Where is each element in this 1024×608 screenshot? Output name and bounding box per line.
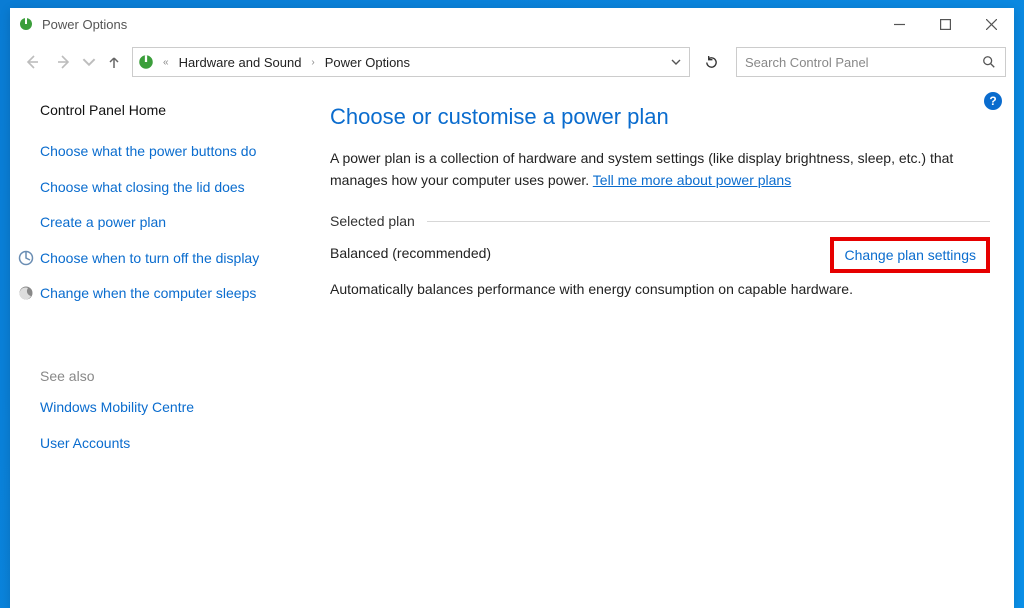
refresh-button[interactable] (696, 47, 726, 77)
plan-description: Automatically balances performance with … (330, 279, 990, 300)
main-panel: Choose or customise a power plan A power… (300, 84, 1014, 608)
maximize-button[interactable] (922, 8, 968, 40)
sidebar-link-user-accounts[interactable]: User Accounts (40, 434, 286, 454)
content-area: ? Control Panel Home Choose what the pow… (10, 84, 1014, 608)
sidebar-link-closing-lid[interactable]: Choose what closing the lid does (40, 178, 286, 198)
sidebar-link-sleep[interactable]: Change when the computer sleeps (40, 284, 286, 304)
forward-button[interactable] (50, 48, 78, 76)
search-input[interactable] (745, 55, 981, 70)
recent-dropdown[interactable] (82, 48, 96, 76)
sidebar-item-label: Choose when to turn off the display (40, 250, 259, 266)
plan-row: Balanced (recommended) Change plan setti… (330, 245, 990, 273)
sidebar-link-create-plan[interactable]: Create a power plan (40, 213, 286, 233)
control-panel-home-link[interactable]: Control Panel Home (40, 102, 286, 118)
control-panel-icon (137, 53, 155, 71)
up-button[interactable] (100, 48, 128, 76)
chevron-left-icon: « (161, 57, 171, 68)
control-panel-window: Power Options « Hardware (10, 8, 1014, 608)
sidebar-item-label: Change when the computer sleeps (40, 285, 256, 301)
search-box[interactable] (736, 47, 1006, 77)
titlebar: Power Options (10, 8, 1014, 40)
close-button[interactable] (968, 8, 1014, 40)
change-plan-settings-link[interactable]: Change plan settings (830, 237, 990, 273)
learn-more-link[interactable]: Tell me more about power plans (593, 172, 791, 188)
back-button[interactable] (18, 48, 46, 76)
minimize-button[interactable] (876, 8, 922, 40)
divider (427, 221, 990, 222)
display-icon (18, 250, 34, 266)
page-description: A power plan is a collection of hardware… (330, 148, 990, 191)
page-heading: Choose or customise a power plan (330, 104, 990, 130)
breadcrumb-power-options[interactable]: Power Options (321, 55, 414, 70)
window-title: Power Options (42, 17, 127, 32)
plan-name: Balanced (recommended) (330, 245, 491, 261)
sidebar-link-turn-off-display[interactable]: Choose when to turn off the display (40, 249, 286, 269)
power-options-icon (18, 16, 34, 32)
breadcrumb-dropdown[interactable] (667, 57, 685, 67)
sleep-icon (18, 285, 34, 301)
search-icon (981, 55, 997, 69)
sidebar-link-mobility-centre[interactable]: Windows Mobility Centre (40, 398, 286, 418)
breadcrumb-hardware-sound[interactable]: Hardware and Sound (175, 55, 306, 70)
see-also-header: See also (40, 368, 286, 384)
section-label: Selected plan (330, 213, 415, 229)
selected-plan-header: Selected plan (330, 213, 990, 229)
sidebar-link-power-buttons[interactable]: Choose what the power buttons do (40, 142, 286, 162)
address-bar: « Hardware and Sound › Power Options (10, 40, 1014, 84)
sidebar: Control Panel Home Choose what the power… (10, 84, 300, 608)
chevron-right-icon: › (309, 57, 316, 68)
help-icon[interactable]: ? (984, 92, 1002, 110)
breadcrumb[interactable]: « Hardware and Sound › Power Options (132, 47, 690, 77)
